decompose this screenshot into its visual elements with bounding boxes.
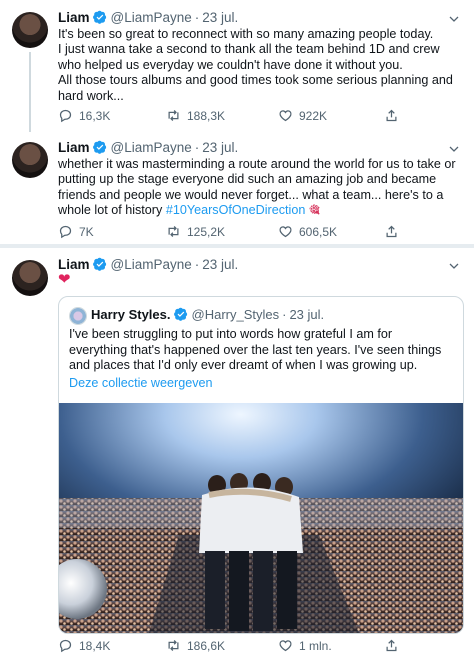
- verified-badge-icon: [92, 10, 106, 24]
- tweet-2[interactable]: Liam @LiamPayne · 23 jul. whether it was ma…: [0, 132, 474, 244]
- hashtag-link[interactable]: #10YearsOfOneDirection: [166, 203, 306, 217]
- quote-text-line: and places that I'd only ever dreamt of …: [69, 358, 418, 372]
- author-handle[interactable]: @LiamPayne: [111, 10, 192, 25]
- like-icon: [279, 226, 292, 238]
- like-count: 922K: [299, 108, 328, 123]
- tweet-text: whether it was masterminding a route aro…: [58, 157, 466, 219]
- tweet-actions: 18,4K 186,6K 1 mln.: [58, 638, 438, 656]
- tweet-text-line: who helped us everyday we couldn't have …: [58, 57, 403, 72]
- reply-button[interactable]: 7K: [58, 224, 94, 239]
- author-name[interactable]: Liam: [58, 257, 90, 272]
- tweet-header: Liam @LiamPayne · 23 jul.: [58, 10, 238, 25]
- retweet-icon: [168, 110, 179, 121]
- like-button[interactable]: 922K: [278, 108, 327, 123]
- tweet-date[interactable]: 23 jul.: [202, 257, 238, 272]
- quote-text: I've been struggling to put into words h…: [69, 327, 453, 374]
- like-icon: [279, 640, 292, 652]
- verified-badge-icon: [173, 307, 187, 321]
- like-button[interactable]: 606,5K: [278, 224, 337, 239]
- tweet-text: ❤: [58, 272, 466, 288]
- retweet-icon: [168, 226, 179, 237]
- tweet-actions: 7K 125,2K 606,5K: [58, 224, 438, 242]
- reply-count: 16,3K: [79, 108, 111, 123]
- tweet-text-line: It's been so great to reconnect with so …: [58, 27, 434, 41]
- concert-photo[interactable]: [59, 403, 463, 633]
- quote-avatar[interactable]: [69, 307, 87, 325]
- author-handle[interactable]: @LiamPayne: [111, 257, 192, 272]
- reply-icon: [59, 109, 72, 123]
- tweet-text: It's been so great to reconnect with so …: [58, 27, 466, 104]
- share-button[interactable]: [384, 108, 399, 123]
- tweet-date[interactable]: 23 jul.: [202, 140, 238, 155]
- share-icon: [386, 109, 397, 122]
- thread-line: [29, 52, 31, 132]
- reply-icon: [59, 639, 72, 653]
- retweet-count: 186,6K: [187, 638, 226, 653]
- author-name[interactable]: Liam: [58, 140, 90, 155]
- quote-author-name[interactable]: Harry Styles.: [91, 307, 171, 322]
- tweet-header: Liam @LiamPayne · 23 jul.: [58, 257, 238, 272]
- separator-dot: ·: [194, 140, 200, 155]
- like-count: 1 mln.: [299, 638, 332, 653]
- retweet-count: 125,2K: [187, 224, 226, 239]
- quoted-tweet[interactable]: Harry Styles. @Harry_Styles · 23 jul. I've …: [58, 296, 464, 634]
- rose-emoji: 🎕: [308, 203, 321, 218]
- reply-button[interactable]: 18,4K: [58, 638, 110, 653]
- share-button[interactable]: [384, 224, 399, 239]
- tweet-text-line: All those tours albums and good times to…: [58, 73, 453, 88]
- tweet-text-segment: whole lot of history: [58, 203, 166, 218]
- view-collection-link[interactable]: Deze collectie weergeven: [69, 376, 213, 390]
- separator-dot: ·: [194, 10, 200, 25]
- separator-dot: ·: [194, 257, 200, 272]
- quote-header: Harry Styles. @Harry_Styles · 23 jul.: [91, 307, 324, 322]
- tweet-text-line: whether it was masterminding a route aro…: [58, 157, 456, 171]
- tweet-text-line: whole lot of history #10YearsOfOneDirect…: [58, 203, 466, 218]
- verified-badge-icon: [92, 257, 106, 271]
- retweet-button[interactable]: 125,2K: [166, 224, 225, 239]
- tweet-header: Liam @LiamPayne · 23 jul.: [58, 140, 238, 155]
- quote-date[interactable]: 23 jul.: [289, 307, 324, 322]
- chevron-down-icon[interactable]: [448, 143, 460, 155]
- verified-badge-icon: [92, 140, 106, 154]
- separator-dot: ·: [282, 307, 287, 322]
- reply-button[interactable]: 16,3K: [58, 108, 110, 123]
- chevron-down-icon[interactable]: [448, 260, 460, 272]
- share-button[interactable]: [384, 638, 399, 653]
- tweet-date[interactable]: 23 jul.: [202, 10, 238, 25]
- avatar[interactable]: [12, 260, 48, 296]
- tweet-text-line: hard work...: [58, 88, 124, 103]
- author-name[interactable]: Liam: [58, 10, 90, 25]
- retweet-button[interactable]: 188,3K: [166, 108, 225, 123]
- reply-count: 7K: [79, 224, 94, 239]
- like-count: 606,5K: [299, 224, 338, 239]
- like-button[interactable]: 1 mln.: [278, 638, 332, 653]
- share-icon: [386, 639, 397, 652]
- tweet-text-line: friends and people we would never forget…: [58, 187, 444, 202]
- share-icon: [386, 225, 397, 238]
- quote-text-line: I've been struggling to put into words h…: [69, 327, 393, 341]
- tweet-text-line: I just wanna take a second to thank all …: [58, 42, 440, 57]
- tweet-actions: 16,3K 188,3K 922K: [58, 108, 438, 126]
- retweet-button[interactable]: 186,6K: [166, 638, 225, 653]
- author-handle[interactable]: @LiamPayne: [111, 140, 192, 155]
- like-icon: [279, 110, 292, 122]
- tweet-1[interactable]: Liam @LiamPayne · 23 jul. It's been so grea…: [0, 0, 474, 132]
- quote-author-handle[interactable]: @Harry_Styles: [192, 307, 280, 322]
- chevron-down-icon[interactable]: [448, 13, 460, 25]
- tweet-text-line: putting up the stage everyone did such a…: [58, 172, 437, 187]
- reply-count: 18,4K: [79, 638, 111, 653]
- heart-emoji: ❤: [58, 271, 71, 288]
- avatar[interactable]: [12, 12, 48, 48]
- retweet-count: 188,3K: [187, 108, 226, 123]
- quote-text-line: everything that's happened over the last…: [69, 342, 442, 357]
- avatar[interactable]: [12, 142, 48, 178]
- retweet-icon: [168, 640, 179, 651]
- reply-icon: [59, 225, 72, 239]
